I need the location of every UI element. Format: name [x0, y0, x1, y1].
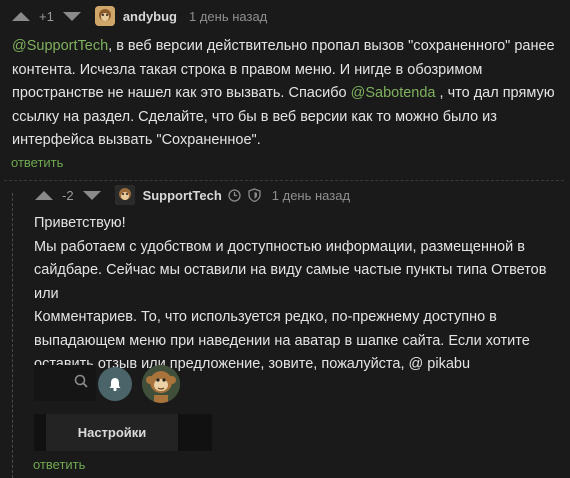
mention-link[interactable]: @Sabotenda	[351, 85, 436, 101]
comment-text-line: ссылку на раздел. Сделайте, что бы в веб…	[12, 108, 497, 125]
comment-rating: +1	[39, 8, 54, 24]
search-icon[interactable]	[74, 374, 88, 393]
downvote-button[interactable]	[82, 190, 101, 200]
monkey-avatar-icon[interactable]	[114, 185, 135, 205]
comment-text-line: пространстве не нашел как это вызвать. С…	[12, 85, 351, 101]
comment-text-line: , что дал прямую	[435, 85, 555, 101]
comment-username[interactable]: SupportTech	[143, 188, 222, 203]
mention-link[interactable]: @SupportTech	[12, 38, 108, 54]
comment1-header: +1 andybug 1 день назад	[12, 5, 267, 27]
comment2-header: -2 SupportTech 1 день назад	[35, 184, 350, 206]
comment-text-line: контента. Исчезла такая строка в правом …	[12, 61, 483, 78]
comment-text-line: Приветствую!	[34, 215, 126, 231]
comment-username[interactable]: andybug	[123, 9, 177, 24]
comment-rating: -2	[62, 187, 74, 203]
comment-text-line: сайдбаре. Сейчас мы оставили на виду сам…	[34, 262, 547, 302]
thread-line[interactable]	[12, 193, 14, 478]
comment1-body: @SupportTech, в веб версии действительно…	[12, 35, 562, 153]
monkey-avatar-icon[interactable]	[94, 6, 115, 26]
search-box[interactable]	[34, 365, 96, 401]
bell-icon[interactable]	[98, 367, 132, 401]
shield-badge-icon	[248, 188, 262, 202]
comment-text-line: Мы работаем с удобством и доступностью и…	[34, 238, 525, 255]
comment-text-line: интерфейса вызвать "Сохраненное".	[12, 132, 261, 148]
comment-text-line: , в веб версии действительно пропал вызо…	[108, 38, 555, 54]
clock-badge-icon	[228, 188, 242, 202]
upvote-button[interactable]	[35, 190, 53, 200]
reply-button[interactable]: ответить	[33, 457, 85, 472]
user-avatar[interactable]	[142, 365, 180, 403]
reply-button[interactable]: ответить	[11, 155, 63, 170]
comment-time: 1 день назад	[271, 187, 351, 203]
comment-text-line: Комментариев. То, что используется редко…	[34, 309, 497, 325]
upvote-button[interactable]	[12, 11, 30, 21]
downvote-button[interactable]	[62, 11, 81, 21]
thread-divider	[4, 180, 564, 181]
comment2-body: Приветствую! Мы работаем с удобством и д…	[34, 212, 564, 377]
menu-item-settings[interactable]: Настройки	[46, 414, 178, 451]
comment-time: 1 день назад	[189, 8, 268, 24]
comment-text-line: выпадающем меню при наведении на аватар …	[34, 332, 530, 349]
